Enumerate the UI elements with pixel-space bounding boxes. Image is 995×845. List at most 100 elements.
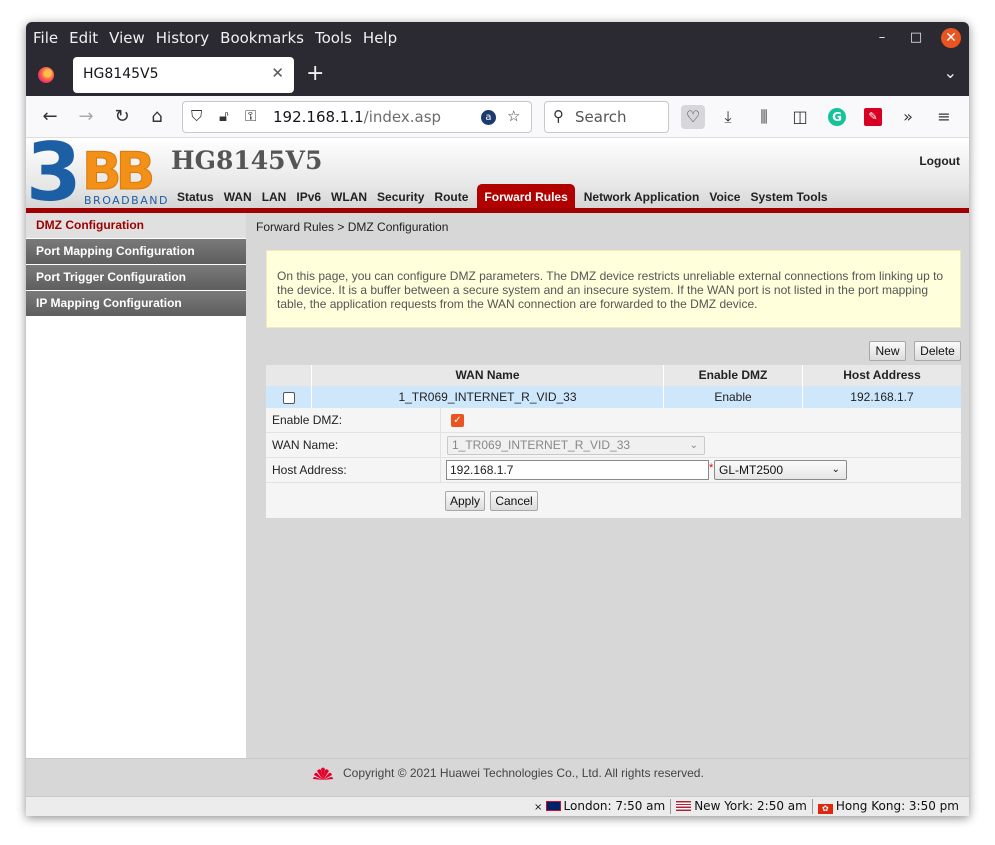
enable-dmz-value: ✓ (441, 408, 961, 432)
navigation-toolbar: ← → ↻ ⌂ ⛉ 🔓︎ ⚿ 192.168.1.1/index.asp a ☆… (26, 96, 969, 138)
nav-security[interactable]: Security (372, 184, 429, 208)
wan-name-value: 1_TR069_INTERNET_R_VID_33 ⌄ (441, 433, 961, 457)
close-icon[interactable]: × (534, 802, 546, 813)
enable-dmz-checkbox[interactable]: ✓ (451, 414, 464, 427)
logout-link[interactable]: Logout (919, 154, 960, 168)
tab-close-icon[interactable]: ✕ (271, 64, 284, 82)
sidebar-icon[interactable]: ◫ (788, 105, 812, 129)
hk-flag-icon: ✿ (817, 804, 833, 814)
menu-bar: File Edit View History Bookmarks Tools H… (26, 22, 969, 54)
maximize-icon[interactable]: □ (906, 28, 926, 48)
logo-3: 3 (26, 126, 82, 219)
header-wan-name: WAN Name (312, 365, 664, 386)
row-select-cell (266, 386, 312, 408)
main-content: Forward Rules > DMZ Configuration On thi… (246, 213, 969, 758)
header-host-address: Host Address (843, 368, 921, 382)
host-address-label: Host Address: (266, 458, 441, 482)
shield-icon[interactable]: ⛉ (191, 107, 202, 125)
chevron-down-icon[interactable]: ⌄ (944, 63, 957, 82)
nav-forward-rules[interactable]: Forward Rules (477, 184, 575, 208)
nav-lan[interactable]: LAN (257, 184, 292, 208)
bookmark-star-icon[interactable]: ☆ (507, 107, 520, 125)
search-placeholder: Search (575, 108, 627, 126)
menu-bookmarks[interactable]: Bookmarks (220, 29, 304, 47)
dmz-form: Enable DMZ: ✓ WAN Name: 1_TR069_INTERNET… (266, 408, 961, 518)
breadcrumb: Forward Rules > DMZ Configuration (256, 220, 449, 234)
form-row-host: Host Address: 192.168.1.7 * GL-MT2500 ⌄ (266, 458, 961, 483)
home-icon[interactable]: ⌂ (145, 105, 169, 129)
menu-edit[interactable]: Edit (69, 29, 98, 47)
huawei-logo-icon (313, 767, 333, 780)
logo-bb: BB (81, 142, 155, 202)
required-mark: * (709, 462, 714, 474)
row-wan-name: 1_TR069_INTERNET_R_VID_33 (312, 386, 664, 408)
nav-wlan[interactable]: WLAN (326, 184, 372, 208)
new-button[interactable]: New (869, 341, 906, 361)
nav-ipv6[interactable]: IPv6 (291, 184, 326, 208)
enable-dmz-label: Enable DMZ: (266, 408, 441, 432)
sidebar-item-dmz[interactable]: DMZ Configuration (26, 213, 246, 238)
form-row-enable: Enable DMZ: ✓ (266, 408, 961, 433)
clock-new-york[interactable]: New York: 2:50 am (670, 799, 812, 814)
nav-system-tools[interactable]: System Tools (745, 184, 832, 208)
new-tab-icon[interactable]: + (306, 61, 324, 86)
reload-icon[interactable]: ↻ (110, 105, 134, 129)
sidebar-item-port-trigger[interactable]: Port Trigger Configuration (26, 265, 246, 290)
minimize-icon[interactable]: – (872, 28, 892, 48)
menu-view[interactable]: View (109, 29, 145, 47)
download-icon[interactable]: ⤓ (716, 105, 740, 129)
nav-network-application[interactable]: Network Application (579, 184, 705, 208)
menu-help[interactable]: Help (363, 29, 397, 47)
row-checkbox[interactable] (282, 391, 295, 404)
menu-history[interactable]: History (156, 29, 209, 47)
info-notice: On this page, you can configure DMZ para… (266, 250, 961, 328)
key-icon[interactable]: ⚿ (245, 107, 256, 125)
delete-button[interactable]: Delete (914, 341, 961, 361)
amazon-assistant-icon[interactable]: a (481, 110, 496, 125)
status-bar: × London: 7:50 am New York: 2:50 am ✿ Hon… (26, 796, 969, 816)
nav-wan[interactable]: WAN (219, 184, 257, 208)
router-header: 3 BB BROADBAND HG8145V5 Logout Status WA… (26, 126, 969, 219)
header-select (266, 365, 312, 386)
tab-hg8145v5[interactable]: HG8145V5 ✕ (73, 57, 294, 93)
url-bar[interactable]: ⛉ 🔓︎ ⚿ 192.168.1.1/index.asp a ☆ (182, 101, 532, 133)
sidebar-item-port-mapping[interactable]: Port Mapping Configuration (26, 239, 246, 264)
page-footer: Copyright © 2021 Huawei Technologies Co.… (26, 758, 969, 796)
grammarly-icon[interactable]: G (828, 108, 846, 126)
uk-flag-icon (545, 801, 561, 811)
device-selected: GL-MT2500 (719, 463, 784, 477)
menu-file[interactable]: File (33, 29, 58, 47)
insecure-lock-icon[interactable]: 🔓︎ (219, 107, 229, 125)
hamburger-menu-icon[interactable]: ≡ (932, 105, 956, 129)
dmz-table: WAN Name Enable DMZ Host Address 1_TR069… (266, 365, 961, 408)
library-icon[interactable]: ⫼ (752, 105, 776, 129)
sidebar: DMZ Configuration Port Mapping Configura… (26, 213, 246, 758)
clock-hong-kong[interactable]: ✿ Hong Kong: 3:50 pm (811, 799, 964, 814)
wan-name-label: WAN Name: (266, 433, 441, 457)
host-address-value: 192.168.1.7 * GL-MT2500 ⌄ (441, 458, 961, 482)
close-window-icon[interactable]: ✕ (941, 28, 961, 48)
copyright-text: Copyright © 2021 Huawei Technologies Co.… (343, 766, 704, 780)
chevron-down-icon: ⌄ (689, 440, 698, 451)
extension-icon[interactable]: ✎ (864, 108, 882, 126)
nav-status[interactable]: Status (172, 184, 219, 208)
overflow-icon[interactable]: » (896, 105, 920, 129)
device-title: HG8145V5 (171, 146, 323, 175)
nav-route[interactable]: Route (429, 184, 473, 208)
search-bar[interactable]: ⚲ Search (544, 101, 669, 133)
nav-voice[interactable]: Voice (704, 184, 745, 208)
sidebar-item-ip-mapping[interactable]: IP Mapping Configuration (26, 291, 246, 316)
cancel-button[interactable]: Cancel (490, 491, 538, 511)
host-address-input[interactable]: 192.168.1.7 (446, 460, 709, 480)
device-select[interactable]: GL-MT2500 ⌄ (714, 460, 847, 480)
table-header: WAN Name Enable DMZ Host Address (266, 365, 961, 386)
top-nav: Status WAN LAN IPv6 WLAN Security Route … (172, 184, 833, 208)
world-clocks: × London: 7:50 am New York: 2:50 am ✿ Hon… (529, 799, 964, 814)
forward-icon[interactable]: → (74, 105, 98, 129)
menu-tools[interactable]: Tools (315, 29, 352, 47)
table-row[interactable]: 1_TR069_INTERNET_R_VID_33 Enable 192.168… (266, 386, 961, 408)
row-host: 192.168.1.7 (850, 390, 914, 404)
pocket-icon[interactable]: ♡ (681, 105, 705, 129)
apply-button[interactable]: Apply (445, 491, 485, 511)
clock-london[interactable]: × London: 7:50 am (529, 799, 670, 814)
